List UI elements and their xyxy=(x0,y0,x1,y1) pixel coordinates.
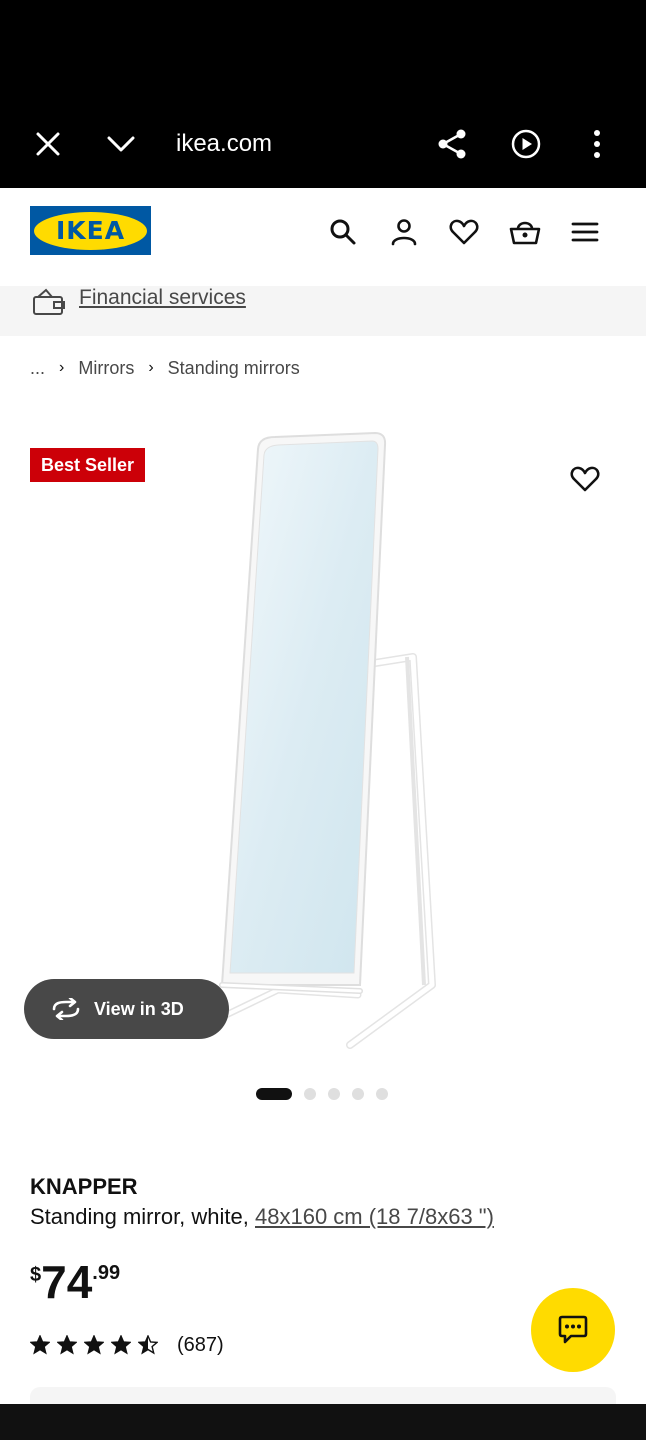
site-header: IKEA xyxy=(0,188,646,286)
overflow-menu-button[interactable] xyxy=(575,122,619,166)
price-decimal: .99 xyxy=(92,1262,121,1284)
menu-button[interactable] xyxy=(565,212,605,252)
basket-button[interactable] xyxy=(505,212,545,252)
more-vert-icon xyxy=(594,130,600,158)
search-icon xyxy=(330,219,356,245)
price-integer: 74 xyxy=(41,1256,93,1308)
product-description: Standing mirror, white, 48x160 cm (18 7/… xyxy=(30,1204,494,1230)
chevron-right-icon: › xyxy=(59,359,65,376)
star-icon xyxy=(57,1335,77,1355)
logo-oval: IKEA xyxy=(34,211,147,250)
status-bar xyxy=(0,0,646,100)
wallet-icon xyxy=(33,288,65,315)
heart-icon xyxy=(449,219,479,245)
view-in-3d-label: View in 3D xyxy=(94,998,184,1019)
carousel-dot[interactable] xyxy=(352,1088,364,1100)
menu-icon xyxy=(571,222,599,242)
price-currency: $ xyxy=(30,1264,42,1286)
logo-text: IKEA xyxy=(55,216,126,245)
star-icon xyxy=(138,1335,158,1355)
review-count: (687) xyxy=(177,1333,224,1356)
star-icon xyxy=(30,1335,50,1355)
rating-stars xyxy=(30,1335,165,1355)
breadcrumb: ... › Mirrors › Standing mirrors xyxy=(30,355,300,381)
share-button[interactable] xyxy=(430,122,474,166)
product-price: $ 74 .99 xyxy=(30,1256,120,1308)
close-icon xyxy=(36,132,60,156)
chevron-right-icon: › xyxy=(148,359,154,376)
product-type: Standing mirror, white, xyxy=(30,1204,249,1229)
breadcrumb-item-standing-mirrors[interactable]: Standing mirrors xyxy=(168,358,300,379)
add-to-favourites-button[interactable] xyxy=(564,458,606,500)
product-image[interactable] xyxy=(200,425,460,1055)
browser-toolbar: ikea.com xyxy=(0,100,646,188)
chevron-down-icon xyxy=(107,136,135,152)
carousel-dot[interactable] xyxy=(328,1088,340,1100)
product-rating[interactable]: (687) xyxy=(30,1332,224,1358)
best-seller-badge: Best Seller xyxy=(30,448,145,482)
financial-services-banner: Financial services xyxy=(0,286,646,336)
share-icon xyxy=(438,129,466,159)
play-button[interactable] xyxy=(504,122,548,166)
system-navigation-bar xyxy=(0,1404,646,1440)
product-size-link[interactable]: 48x160 cm (18 7/8x63 ") xyxy=(255,1204,494,1229)
view-in-3d-button[interactable]: View in 3D xyxy=(24,979,229,1039)
url-text[interactable]: ikea.com xyxy=(176,130,272,158)
chat-button[interactable] xyxy=(531,1288,615,1372)
search-button[interactable] xyxy=(323,212,363,252)
product-name: KNAPPER xyxy=(30,1174,138,1199)
carousel-dot[interactable] xyxy=(256,1088,292,1100)
star-icon xyxy=(84,1335,104,1355)
favourites-button[interactable] xyxy=(444,212,484,252)
star-icon xyxy=(111,1335,131,1355)
rotate-3d-icon xyxy=(52,998,80,1020)
account-button[interactable] xyxy=(384,212,424,252)
image-carousel-indicator xyxy=(256,1087,400,1101)
play-circle-icon xyxy=(511,129,541,159)
heart-icon xyxy=(570,466,600,492)
chat-icon xyxy=(558,1315,588,1344)
close-tab-button[interactable] xyxy=(26,122,70,166)
breadcrumb-item-mirrors[interactable]: Mirrors xyxy=(78,358,134,379)
carousel-dot[interactable] xyxy=(376,1088,388,1100)
carousel-dot[interactable] xyxy=(304,1088,316,1100)
breadcrumb-ellipsis[interactable]: ... xyxy=(30,358,45,379)
minimize-button[interactable] xyxy=(99,122,143,166)
financial-services-link[interactable]: Financial services xyxy=(79,286,246,310)
user-icon xyxy=(391,219,417,246)
ikea-logo[interactable]: IKEA xyxy=(30,206,151,255)
basket-icon xyxy=(509,221,541,245)
